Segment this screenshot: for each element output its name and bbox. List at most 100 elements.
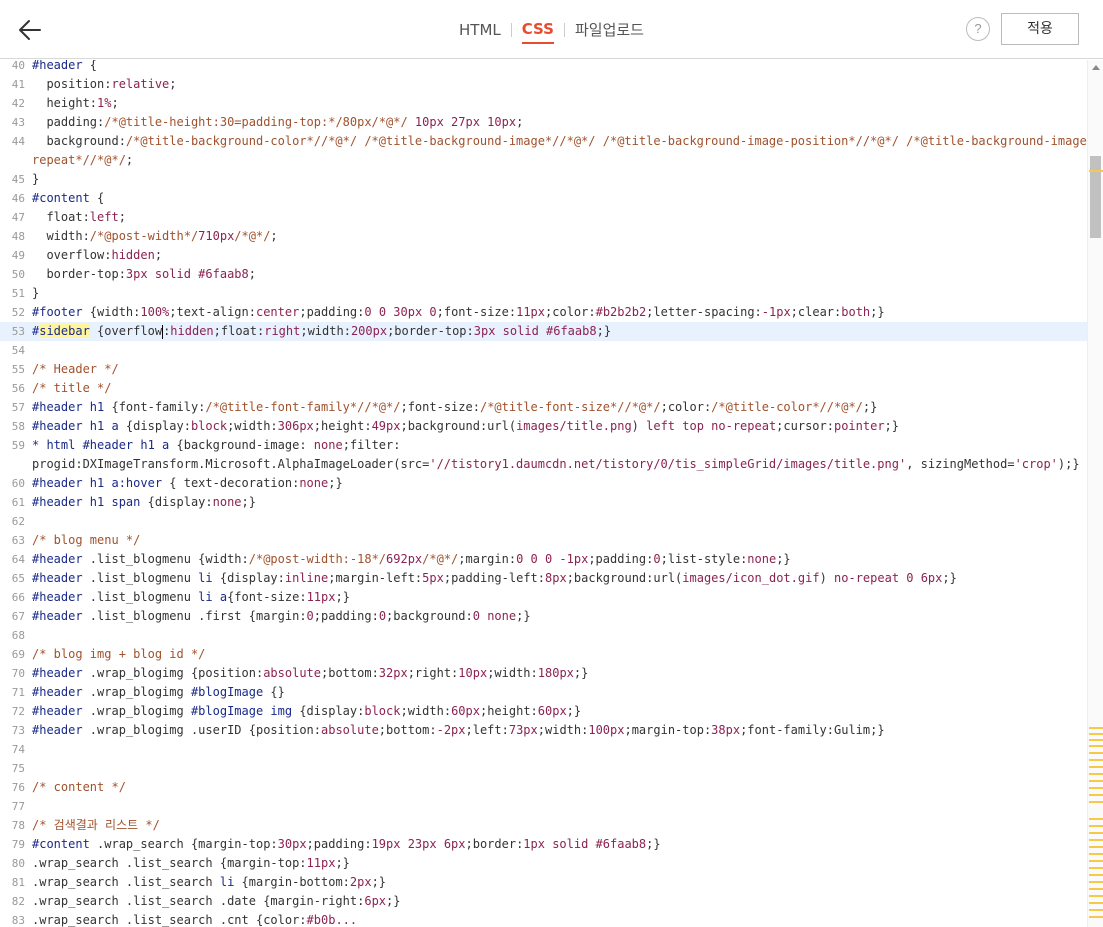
code-line[interactable]: repeat*//*@*/; (0, 151, 1087, 170)
code-token: .wrap_search {margin-top: (89, 837, 278, 851)
tab-html[interactable]: HTML (459, 17, 501, 43)
code-token: ;cursor: (776, 419, 834, 433)
code-token: height: (32, 96, 98, 110)
code-line[interactable]: 80 .wrap_search .list_search {margin-top:… (0, 854, 1087, 873)
scrollbar-match-marker (1089, 745, 1103, 747)
css-code-editor[interactable]: 40 #header {41 position:relative; 42 heigh… (0, 60, 1087, 927)
code-token: .list_blogmenu (82, 590, 199, 604)
code-line[interactable]: 78 /* 검색결과 리스트 */ (0, 816, 1087, 835)
tab-css[interactable]: CSS (521, 16, 554, 44)
code-token: ;background: (386, 609, 473, 623)
line-code: height:1%; (32, 94, 118, 113)
code-line[interactable]: 69 /* blog img + blog id */ (0, 645, 1087, 664)
code-line[interactable]: 48 width:/*@post-width*/710px/*@*/; (0, 227, 1087, 246)
code-line[interactable]: 45} (0, 170, 1087, 189)
line-code: /* title */ (32, 379, 111, 398)
code-line[interactable]: 57 #header h1 {font-family:/*@title-font-… (0, 398, 1087, 417)
code-line[interactable]: 44 background:/*@title-background-color*… (0, 132, 1087, 151)
code-line[interactable]: 68 (0, 626, 1087, 645)
line-number: 67 (11, 610, 25, 623)
apply-button[interactable]: 적용 (1001, 13, 1079, 45)
code-line[interactable]: 60 #header h1 a:hover { text-decoration:n… (0, 474, 1087, 493)
code-line[interactable]: 82 .wrap_search .list_search .date {margi… (0, 892, 1087, 911)
code-line[interactable]: 54 (0, 341, 1087, 360)
code-token: { text-decoration: (162, 476, 300, 490)
code-token: 3px solid #6faab8 (125, 267, 249, 281)
scroll-up-arrow-icon[interactable] (1092, 65, 1100, 70)
code-line[interactable]: 74 (0, 740, 1087, 759)
code-line[interactable]: 79 #content .wrap_search {margin-top:30px… (0, 835, 1087, 854)
scrollbar-thumb[interactable] (1090, 156, 1101, 238)
code-line[interactable]: 65 #header .list_blogmenu li {display:inl… (0, 569, 1087, 588)
code-token: ;width: (300, 324, 351, 338)
code-token: } (32, 172, 40, 186)
code-line[interactable]: 63 /* blog menu */ (0, 531, 1087, 550)
code-line[interactable]: 40 #header { (0, 60, 1087, 75)
code-line[interactable]: 53 #sidebar {overflow:hidden;float:right;… (0, 322, 1087, 341)
code-token: #header h1 a (32, 419, 119, 433)
code-token: /*@*/ (422, 552, 459, 566)
code-line[interactable]: 47 float:left; (0, 208, 1087, 227)
code-line[interactable]: 73 #header .wrap_blogimg .userID {positio… (0, 721, 1087, 740)
code-line[interactable]: 58 #header h1 a {display:block;width:306p… (0, 417, 1087, 436)
code-token: ; (516, 115, 524, 129)
code-line[interactable]: 42 height:1%; (0, 94, 1087, 113)
code-token: ;width: (227, 419, 278, 433)
code-line[interactable]: 51} (0, 284, 1087, 303)
code-line[interactable]: 52 #footer {width:100%;text-align:center;… (0, 303, 1087, 322)
code-token: 73px (508, 723, 538, 737)
code-token: #footer (32, 305, 83, 319)
code-line[interactable]: 50 border-top:3px solid #6faab8; (0, 265, 1087, 284)
code-line[interactable]: 56 /* title */ (0, 379, 1087, 398)
code-line[interactable]: 83 .wrap_search .list_search .cnt {color:… (0, 911, 1087, 927)
code-token: absolute (321, 723, 379, 737)
code-line[interactable]: 46 #content { (0, 189, 1087, 208)
code-token: li (219, 875, 235, 889)
code-line[interactable]: 72 #header .wrap_blogimg #blogImage img {… (0, 702, 1087, 721)
code-line[interactable]: 75 (0, 759, 1087, 778)
line-code: } (32, 170, 39, 189)
code-line[interactable]: 43 padding:/*@title-height:30=padding-to… (0, 113, 1087, 132)
code-token: .wrap_search .list_search .cnt {color: (32, 913, 307, 927)
code-token: ;text-align: (169, 305, 256, 319)
tab-file-upload[interactable]: 파일업로드 (575, 15, 644, 44)
line-number: 64 (11, 553, 25, 566)
code-line[interactable]: 59 * html #header h1 a {background-image:… (0, 436, 1087, 455)
code-token: images/title.png (516, 419, 632, 433)
code-token: ;color: (545, 305, 596, 319)
line-code: #footer {width:100%;text-align:center;pa… (32, 303, 885, 322)
code-line[interactable]: 61 #header h1 span {display:none;} (0, 493, 1087, 512)
code-token: center (255, 305, 300, 319)
vertical-scrollbar[interactable] (1087, 60, 1103, 927)
code-line[interactable]: progid:DXImageTransform.Microsoft.AlphaI… (0, 455, 1087, 474)
code-line[interactable]: 66 #header .list_blogmenu li a{font-size:… (0, 588, 1087, 607)
code-token: li (198, 571, 213, 585)
code-token: 11px (306, 856, 336, 870)
code-line[interactable]: 55 /* Header */ (0, 360, 1087, 379)
code-line[interactable]: 67 #header .list_blogmenu .first {margin:… (0, 607, 1087, 626)
line-number: 73 (11, 724, 25, 737)
code-line[interactable]: 76 /* content */ (0, 778, 1087, 797)
code-token: ;bottom: (378, 723, 437, 737)
scrollbar-match-marker (1089, 801, 1103, 803)
code-token: .list_blogmenu {width: (82, 552, 249, 566)
code-token: ;height: (313, 419, 372, 433)
scrollbar-match-marker (1089, 832, 1103, 834)
code-token: ;} (241, 495, 256, 509)
code-line[interactable]: 41 position:relative; (0, 75, 1087, 94)
help-icon[interactable]: ? (966, 17, 990, 41)
line-number: 75 (11, 762, 25, 775)
scrollbar-match-marker (1089, 895, 1103, 897)
code-line[interactable]: 77 (0, 797, 1087, 816)
code-token: {margin-bottom: (234, 875, 350, 889)
code-token: 60px (451, 704, 480, 718)
code-line[interactable]: 64 #header .list_blogmenu {width:/*@post-… (0, 550, 1087, 569)
code-token: float: (32, 210, 90, 224)
code-line[interactable]: 62 (0, 512, 1087, 531)
code-token: ;} (386, 894, 401, 908)
code-line[interactable]: 49 overflow:hidden; (0, 246, 1087, 265)
code-line[interactable]: 81 .wrap_search .list_search li {margin-b… (0, 873, 1087, 892)
code-line[interactable]: 71 #header .wrap_blogimg #blogImage {} (0, 683, 1087, 702)
code-line[interactable]: 70 #header .wrap_blogimg {position:absolu… (0, 664, 1087, 683)
code-token: #b2b2b2 (595, 305, 647, 319)
